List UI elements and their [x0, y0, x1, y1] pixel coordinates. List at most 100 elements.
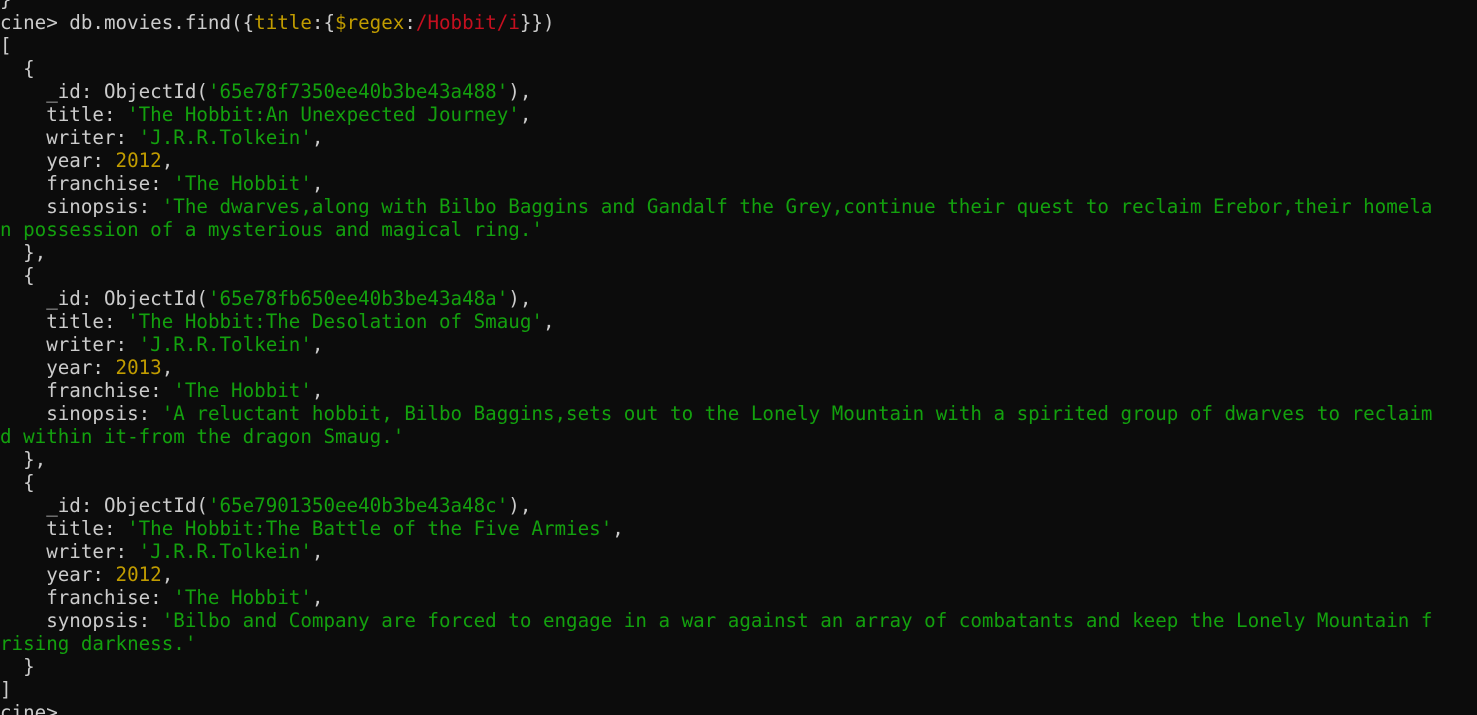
terminal-line: ] [0, 678, 1432, 701]
terminal-line: rising darkness.' [0, 632, 1432, 655]
number-literal: 2013 [115, 356, 162, 379]
terminal-text: title: [0, 103, 128, 126]
terminal-text: :{ [311, 11, 336, 34]
terminal-line: _id: ObjectId('65e78f7350ee40b3be43a488'… [0, 80, 1432, 103]
terminal-text: , [311, 172, 324, 195]
terminal-line: writer: 'J.R.R.Tolkein', [0, 126, 1432, 149]
terminal-window[interactable]: }cine> db.movies.find({title:{$regex:/Ho… [0, 0, 1477, 715]
terminal-text: }, [0, 448, 47, 471]
terminal-text: cine> db.movies.find({ [0, 11, 255, 34]
terminal-line: franchise: 'The Hobbit', [0, 379, 1432, 402]
string-literal: n possession of a mysterious and magical… [0, 218, 543, 241]
terminal-text: writer: [0, 333, 139, 356]
terminal-line: franchise: 'The Hobbit', [0, 172, 1432, 195]
terminal-line: year: 2012, [0, 563, 1432, 586]
terminal-line: d within it-from the dragon Smaug.' [0, 425, 1432, 448]
terminal-text: year: [0, 149, 116, 172]
terminal-text: title: [0, 517, 128, 540]
terminal-text: year: [0, 356, 116, 379]
terminal-text: year: [0, 563, 116, 586]
string-literal: 'The Hobbit:The Battle of the Five Armie… [127, 517, 613, 540]
string-literal: d within it-from the dragon Smaug.' [0, 425, 405, 448]
terminal-text: sinopsis: [0, 195, 162, 218]
terminal-line: }, [0, 448, 1432, 471]
terminal-line: cine> [0, 701, 1432, 715]
terminal-line: synopsis: 'Bilbo and Company are forced … [0, 609, 1432, 632]
string-literal: 'Bilbo and Company are forced to engage … [161, 609, 1433, 632]
terminal-line: } [0, 0, 1432, 11]
terminal-output: }cine> db.movies.find({title:{$regex:/Ho… [0, 0, 1432, 715]
terminal-text: , [542, 310, 555, 333]
terminal-line: { [0, 471, 1432, 494]
terminal-text: , [311, 333, 324, 356]
terminal-line: { [0, 57, 1432, 80]
terminal-line: }, [0, 241, 1432, 264]
number-literal: 2012 [115, 149, 162, 172]
string-literal: 'J.R.R.Tolkein' [138, 540, 312, 563]
terminal-text: synopsis: [0, 609, 162, 632]
terminal-text: { [0, 57, 35, 80]
terminal-text: } [0, 655, 35, 678]
terminal-text: franchise: [0, 586, 174, 609]
terminal-text: }}) [519, 11, 555, 34]
terminal-text: _id: ObjectId( [0, 494, 208, 517]
terminal-text: , [519, 103, 532, 126]
string-literal: 'A reluctant hobbit, Bilbo Baggins,sets … [161, 402, 1433, 425]
terminal-line: [ [0, 34, 1432, 57]
terminal-line: year: 2012, [0, 149, 1432, 172]
string-literal: 'J.R.R.Tolkein' [138, 126, 312, 149]
terminal-line: writer: 'J.R.R.Tolkein', [0, 540, 1432, 563]
terminal-text: _id: ObjectId( [0, 80, 208, 103]
terminal-text: writer: [0, 126, 139, 149]
number-literal: 2012 [115, 563, 162, 586]
terminal-text: cine> [0, 701, 70, 715]
terminal-text: , [311, 586, 324, 609]
field-key: $regex [335, 11, 405, 34]
terminal-text: { [0, 264, 35, 287]
string-literal: 'The Hobbit' [173, 172, 312, 195]
string-literal: rising darkness.' [0, 632, 197, 655]
terminal-line: writer: 'J.R.R.Tolkein', [0, 333, 1432, 356]
field-key: title [254, 11, 312, 34]
terminal-text: { [0, 471, 35, 494]
terminal-text: , [161, 563, 174, 586]
regex-literal: /Hobbit/i [415, 11, 520, 34]
terminal-text: , [612, 517, 624, 540]
string-literal: '65e78f7350ee40b3be43a488' [207, 80, 509, 103]
terminal-text: } [0, 0, 12, 11]
string-literal: 'The dwarves,along with Bilbo Baggins an… [161, 195, 1433, 218]
terminal-line: n possession of a mysterious and magical… [0, 218, 1432, 241]
string-literal: 'The Hobbit:An Unexpected Journey' [127, 103, 520, 126]
terminal-text: franchise: [0, 172, 174, 195]
terminal-line: _id: ObjectId('65e78fb650ee40b3be43a48a'… [0, 287, 1432, 310]
terminal-text: title: [0, 310, 128, 333]
terminal-text: : [404, 11, 416, 34]
string-literal: 'The Hobbit' [173, 586, 312, 609]
terminal-line: sinopsis: 'The dwarves,along with Bilbo … [0, 195, 1432, 218]
string-literal: '65e7901350ee40b3be43a48c' [207, 494, 509, 517]
terminal-line: { [0, 264, 1432, 287]
terminal-text: writer: [0, 540, 139, 563]
terminal-text: , [311, 540, 324, 563]
terminal-text: ] [0, 678, 12, 701]
terminal-text: , [311, 126, 324, 149]
string-literal: '65e78fb650ee40b3be43a48a' [207, 287, 509, 310]
terminal-text: franchise: [0, 379, 174, 402]
terminal-line: year: 2013, [0, 356, 1432, 379]
terminal-text: , [161, 356, 174, 379]
terminal-text: sinopsis: [0, 402, 162, 425]
terminal-line: title: 'The Hobbit:The Battle of the Fiv… [0, 517, 1432, 540]
terminal-text: }, [0, 241, 47, 264]
terminal-text: ), [508, 80, 532, 103]
terminal-text: ), [508, 494, 532, 517]
string-literal: 'The Hobbit:The Desolation of Smaug' [127, 310, 543, 333]
terminal-text: [ [0, 34, 12, 57]
terminal-line: franchise: 'The Hobbit', [0, 586, 1432, 609]
terminal-text: , [311, 379, 324, 402]
string-literal: 'The Hobbit' [173, 379, 312, 402]
terminal-text: ), [508, 287, 532, 310]
terminal-line: title: 'The Hobbit:The Desolation of Sma… [0, 310, 1432, 333]
terminal-text: _id: ObjectId( [0, 287, 208, 310]
terminal-line: title: 'The Hobbit:An Unexpected Journey… [0, 103, 1432, 126]
terminal-line: cine> db.movies.find({title:{$regex:/Hob… [0, 11, 1432, 34]
